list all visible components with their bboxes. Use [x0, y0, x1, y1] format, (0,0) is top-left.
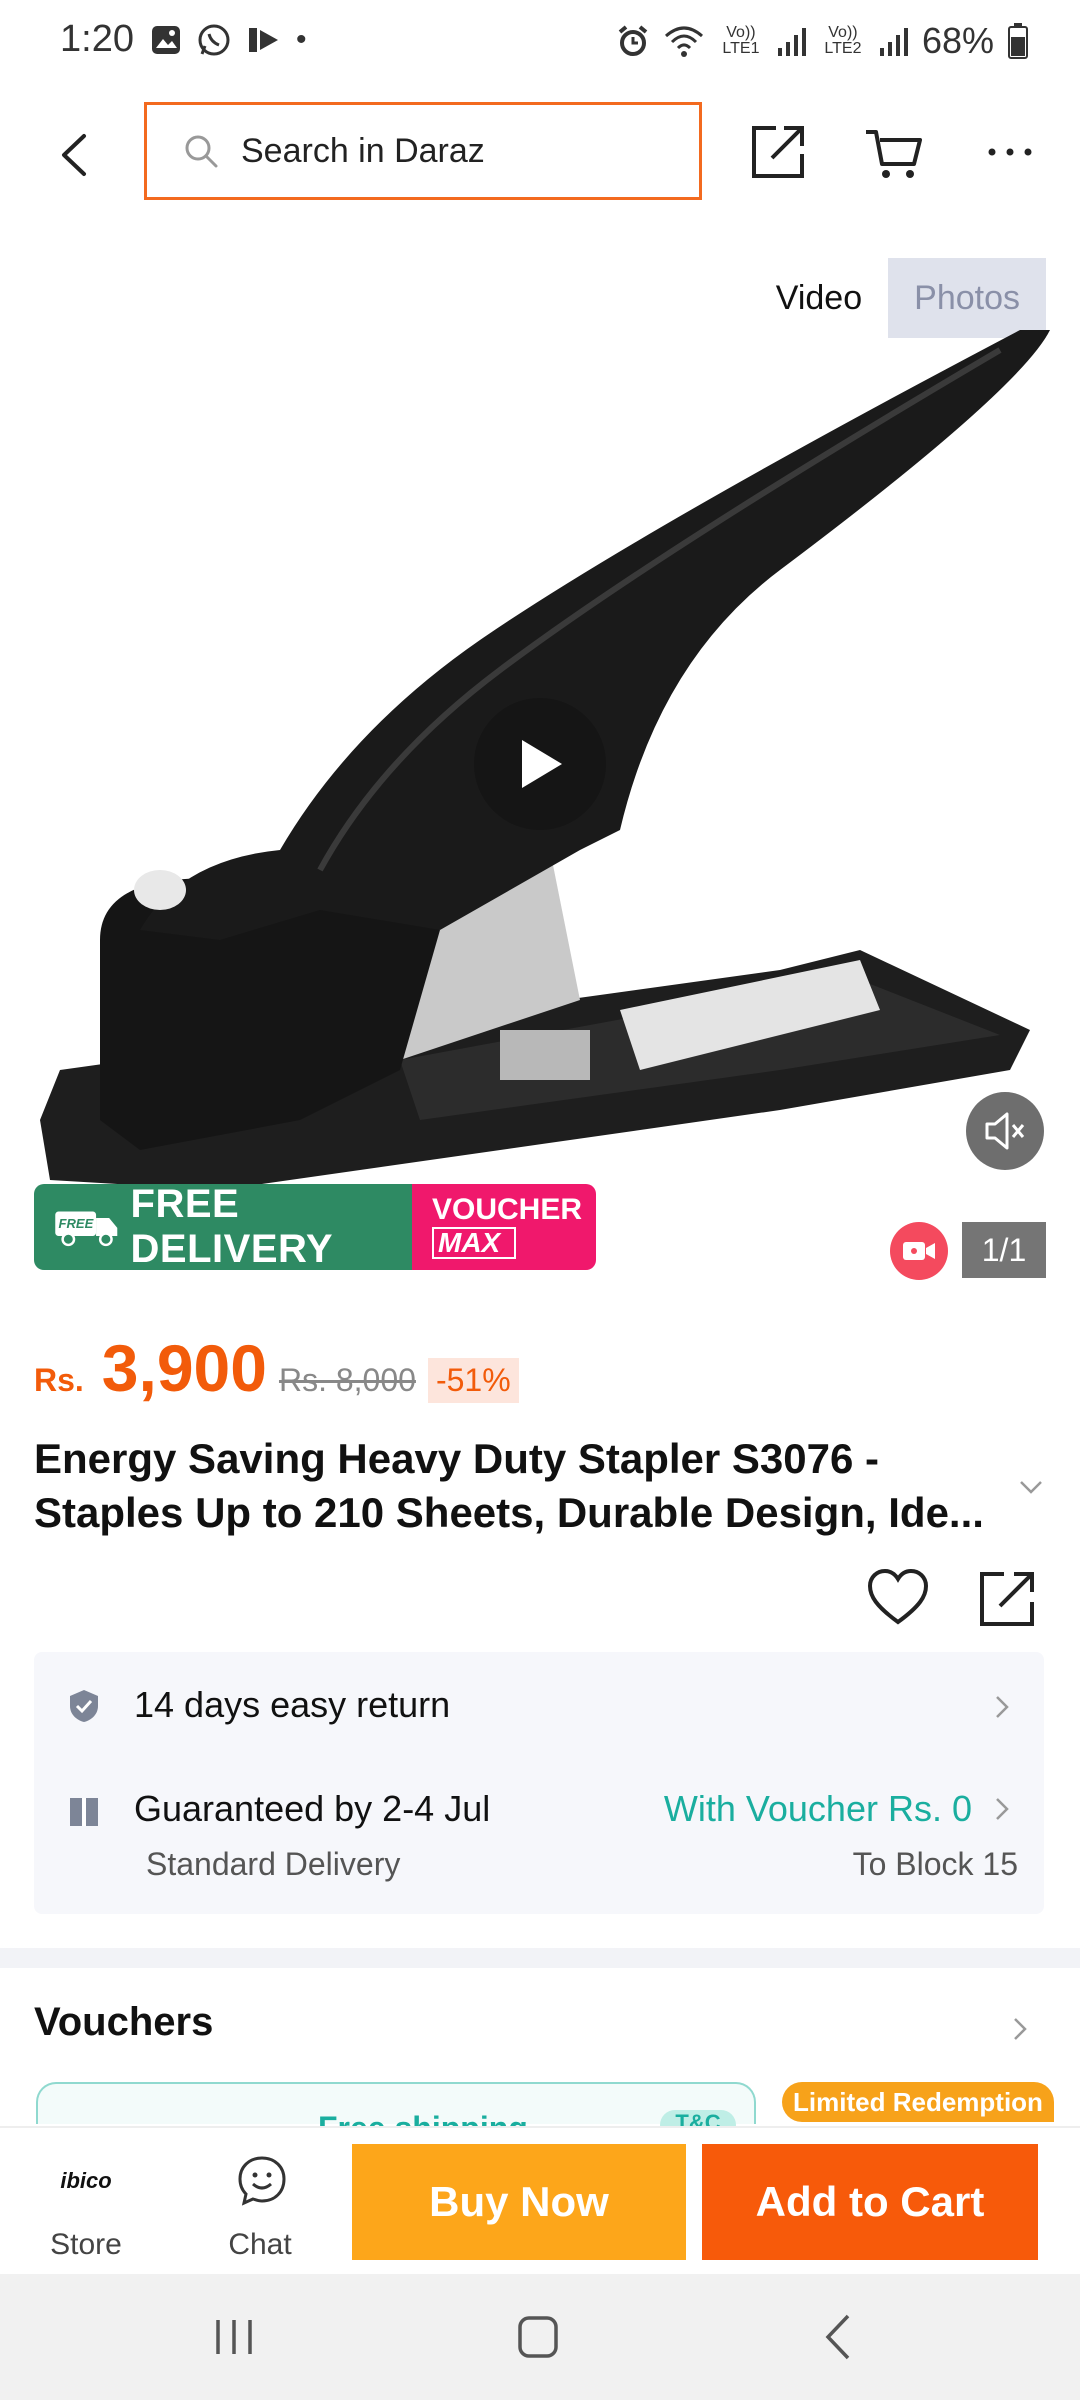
chevron-right-icon	[996, 1696, 1009, 1718]
notification-icons: •	[150, 22, 307, 58]
product-title-line1: Energy Saving Heavy Duty Stapler S3076 -	[34, 1435, 880, 1482]
delivery-date: Guaranteed by 2-4 Jul	[134, 1788, 491, 1829]
chat-icon	[238, 2156, 286, 2206]
lte1-label: Vo)) LTE1	[722, 24, 760, 57]
status-time: 1:20	[60, 18, 134, 60]
search-input[interactable]	[239, 130, 683, 172]
home-icon[interactable]	[508, 2310, 568, 2364]
back-nav-icon[interactable]	[810, 2310, 870, 2364]
alarm-icon	[618, 25, 648, 56]
currency-label: Rs.	[34, 1362, 84, 1398]
store-logo: ibico	[60, 2168, 112, 2193]
return-policy-row[interactable]: 14 days easy return	[34, 1652, 1044, 1762]
delivery-type: Standard Delivery	[146, 1846, 401, 1882]
voucher-text: VOUCHER	[432, 1193, 583, 1226]
package-icon	[70, 1798, 98, 1826]
shield-check-icon	[70, 1690, 98, 1722]
vouchers-title[interactable]: Vouchers	[34, 2000, 213, 2045]
more-icon[interactable]	[980, 122, 1040, 182]
play-button[interactable]	[474, 698, 606, 830]
promo-banner: FREE FREE DELIVERY VOUCHER MAX	[34, 1184, 596, 1270]
battery-icon	[1008, 23, 1028, 59]
chat-label: Chat	[228, 2228, 292, 2261]
voucher-max-badge: VOUCHER MAX	[412, 1184, 596, 1270]
wifi-icon	[664, 26, 703, 57]
product-media[interactable]: Video Photos FREE FREE DELIVERY VOUCHER …	[0, 250, 1080, 1280]
add-to-cart-button[interactable]: Add to Cart	[702, 2144, 1038, 2260]
lte2-label: Vo)) LTE2	[824, 24, 862, 57]
free-delivery-badge: FREE FREE DELIVERY	[34, 1184, 412, 1270]
top-header	[0, 90, 1080, 220]
media-counter: 1/1	[962, 1222, 1046, 1278]
video-camera-icon[interactable]	[890, 1222, 948, 1280]
buy-now-button[interactable]: Buy Now	[352, 2144, 686, 2260]
delivery-truck-icon: FREE	[55, 1211, 118, 1247]
share-icon[interactable]	[748, 122, 808, 182]
current-price: 3,900	[101, 1331, 267, 1405]
delivery-row[interactable]: Guaranteed by 2-4 Jul With Voucher Rs. 0…	[34, 1762, 1044, 1914]
media-tabs: Video Photos	[750, 258, 1046, 338]
tab-photos[interactable]: Photos	[888, 258, 1046, 338]
play-icon	[522, 740, 562, 788]
search-bar[interactable]	[144, 102, 702, 200]
tab-video[interactable]: Video	[750, 258, 888, 338]
free-delivery-text: FREE DELIVERY	[130, 1184, 334, 1270]
product-title-line2: Staples Up to 210 Sheets, Durable Design…	[34, 1489, 984, 1536]
return-text: 14 days easy return	[134, 1684, 451, 1725]
system-status: Vo)) LTE1 Vo)) LTE2 68%	[616, 20, 1028, 62]
speaker-muted-icon	[985, 1112, 1025, 1150]
delivery-location: To Block 15	[852, 1846, 1018, 1882]
system-nav-bar	[0, 2274, 1080, 2400]
cart-icon[interactable]	[864, 122, 924, 182]
product-title[interactable]: Energy Saving Heavy Duty Stapler S3076 -…	[34, 1432, 1014, 1540]
share-icon[interactable]	[976, 1568, 1038, 1630]
limited-redemption-badge: Limited Redemption	[782, 2082, 1054, 2122]
gallery-icon	[152, 26, 180, 54]
status-bar: 1:20 • Vo)) LTE1 Vo)) LTE2 68%	[0, 0, 1080, 80]
back-arrow-icon[interactable]	[50, 130, 100, 180]
free-tag-text: FREE	[59, 1216, 95, 1231]
store-button[interactable]: ibico Store	[16, 2128, 156, 2276]
original-price: Rs. 8,000	[278, 1362, 416, 1398]
chevron-right-icon[interactable]	[1008, 2014, 1032, 2044]
heart-icon[interactable]	[866, 1568, 930, 1628]
whatsapp-icon	[198, 24, 230, 56]
signal-icon-2	[879, 28, 908, 56]
signal-icon-1	[777, 28, 806, 56]
section-divider	[0, 1948, 1080, 1968]
battery-percent: 68%	[921, 20, 994, 61]
max-text: MAX	[432, 1227, 516, 1259]
chat-button[interactable]: Chat	[190, 2128, 330, 2276]
chevron-right-icon	[996, 1798, 1009, 1820]
voucher-shipping-text: With Voucher Rs. 0	[663, 1788, 972, 1829]
discount-badge: -51%	[427, 1358, 519, 1403]
search-icon	[185, 135, 218, 168]
status-dot: •	[296, 23, 307, 56]
price-row: Rs. 3,900 Rs. 8,000 -51%	[34, 1330, 519, 1406]
media-icon	[249, 28, 278, 52]
chevron-down-icon[interactable]	[1016, 1472, 1046, 1502]
store-label: Store	[50, 2228, 122, 2261]
bottom-action-bar: ibico Store Chat Buy Now Add to Cart	[0, 2126, 1080, 2276]
recent-apps-icon[interactable]	[204, 2310, 264, 2364]
mute-button[interactable]	[966, 1092, 1044, 1170]
service-card: 14 days easy return Guaranteed by 2-4 Ju…	[34, 1652, 1044, 1914]
